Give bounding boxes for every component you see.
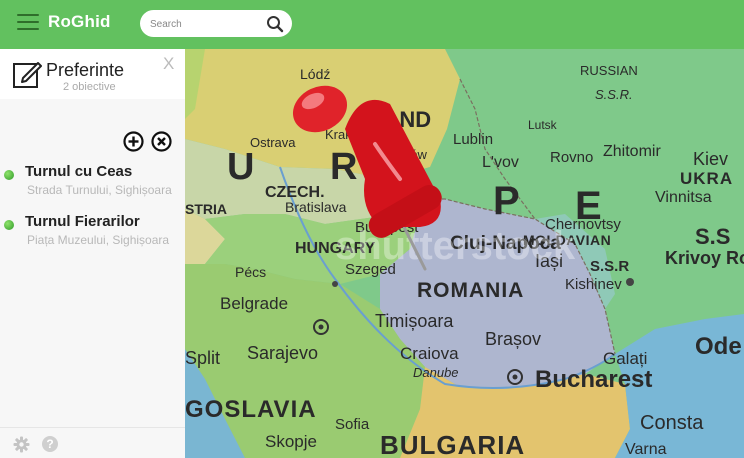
sidebar-title: Preferinte (46, 60, 125, 80)
place-name: Turnul cu Ceas (25, 163, 133, 180)
capital-marker-center (512, 374, 518, 380)
settings-gear-icon[interactable] (13, 436, 30, 453)
map-label: Belgrade (220, 294, 288, 313)
objective-count: 2 obiective (63, 81, 116, 93)
hamburger-menu-icon[interactable] (17, 14, 39, 32)
map-label: BULGARIA (380, 430, 525, 458)
map-label: Kiev (693, 149, 728, 169)
map-label: Kishinev (565, 276, 622, 293)
place-name: Turnul Fierarilor (25, 213, 140, 230)
map-label: P (493, 179, 520, 223)
city-marker (332, 281, 338, 287)
map-label: STRIA (185, 201, 227, 217)
search-icon[interactable] (266, 15, 284, 33)
sidebar-footer: ? (0, 427, 185, 458)
capital-marker-center (318, 324, 324, 330)
status-dot-icon (4, 170, 14, 180)
map-label: Danube (413, 365, 459, 380)
app-header: RoGhid (0, 0, 744, 49)
search-box (140, 10, 292, 37)
map-label: ROMANIA (417, 279, 524, 302)
map-view[interactable]: RUSSIAN S.S.R. LAND Lódź Lublin Lutsk L'… (185, 49, 744, 458)
map-label: Lódź (300, 66, 330, 82)
map-label: Brașov (485, 329, 541, 349)
close-sidebar-button[interactable]: X (163, 54, 174, 74)
map-label: Krivoy Rog (665, 248, 744, 268)
city-marker (626, 278, 634, 286)
map-label: Zhitomir (603, 143, 661, 160)
map-label: Sarajevo (247, 343, 318, 363)
add-place-icon[interactable] (123, 131, 144, 152)
map-label: GOSLAVIA (185, 396, 317, 423)
help-icon[interactable]: ? (42, 436, 58, 452)
map-label: S.S.R (590, 258, 629, 275)
map-label: U (227, 146, 254, 188)
map-label: Timișoara (375, 311, 454, 331)
map-label: Skopje (265, 432, 317, 451)
sidebar-header: Preferinte 2 obiective X (0, 49, 185, 99)
map-label: Sofia (335, 416, 370, 433)
remove-place-icon[interactable] (151, 131, 172, 152)
map-label: S.S (695, 224, 730, 249)
map-canvas[interactable]: RUSSIAN S.S.R. LAND Lódź Lublin Lutsk L'… (185, 49, 744, 458)
map-label: Lublin (453, 131, 493, 148)
edit-note-icon[interactable] (12, 59, 42, 89)
map-label: Varna (625, 441, 667, 458)
map-label: Bratislava (285, 199, 347, 215)
map-label: Bucharest (535, 366, 652, 393)
map-label: RUSSIAN (580, 63, 638, 78)
search-input[interactable] (150, 16, 260, 32)
map-label: Pécs (235, 264, 266, 280)
map-label: L'vov (482, 154, 519, 171)
map-label: S.S.R. (595, 87, 633, 102)
map-label: Ostrava (250, 135, 296, 150)
favorites-sidebar: Preferinte 2 obiective X Turnul cu Ceas … (0, 49, 185, 458)
place-address: Piața Muzeului, Sighișoara (27, 233, 170, 247)
map-label: Rovno (550, 149, 593, 166)
map-label: Lutsk (528, 118, 558, 132)
map-label: Vinnitsa (655, 189, 712, 206)
place-address: Strada Turnului, Sighișoara (27, 183, 172, 197)
map-label: Craiova (400, 344, 459, 363)
status-dot-icon (4, 220, 14, 230)
map-label: Consta (640, 412, 704, 434)
map-label: Ode (695, 333, 742, 360)
map-label: UKRA (680, 169, 733, 188)
map-label: Split (185, 348, 220, 368)
list-item[interactable]: Turnul cu Ceas Strada Turnului, Sighișoa… (0, 162, 185, 202)
map-label: R (330, 146, 357, 188)
brand-logo[interactable]: RoGhid (48, 12, 111, 32)
list-item[interactable]: Turnul Fierarilor Piața Muzeului, Sighiș… (0, 212, 185, 252)
